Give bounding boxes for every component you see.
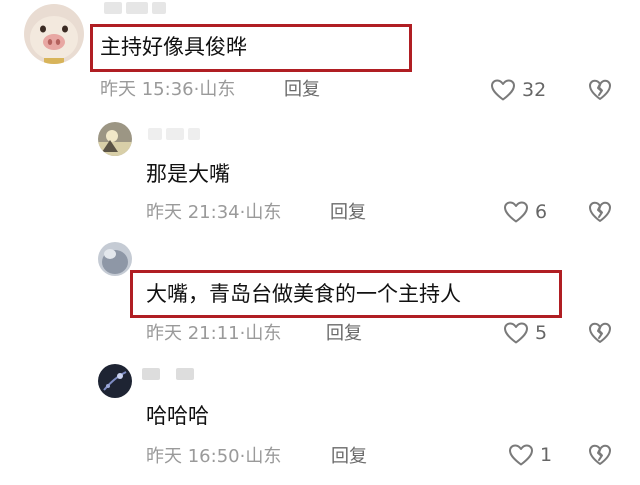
dislike-button[interactable]: [588, 321, 612, 345]
like-button[interactable]: 6: [503, 199, 547, 225]
comment-meta: 昨天 21:34·山东: [146, 201, 281, 225]
broken-heart-icon: [588, 443, 612, 467]
comment-time: 昨天 21:34: [146, 202, 240, 223]
comment-time: 昨天 21:11: [146, 323, 240, 344]
like-button[interactable]: 32: [490, 77, 546, 103]
comment-meta: 昨天 16:50·山东: [146, 445, 281, 469]
reply-button[interactable]: 回复: [284, 78, 320, 102]
username-redacted[interactable]: [104, 2, 166, 16]
heart-outline-icon: [490, 78, 516, 102]
comment-location: 山东: [245, 323, 282, 344]
reply-button[interactable]: 回复: [330, 201, 366, 225]
comment-location: 山东: [245, 446, 282, 467]
comment-meta: 昨天 15:36·山东: [100, 78, 235, 102]
comment-text: 哈哈哈: [146, 404, 209, 428]
comment-text: 大嘴，青岛台做美食的一个主持人: [146, 282, 461, 306]
heart-outline-icon: [503, 321, 529, 345]
username-redacted[interactable]: [142, 368, 194, 382]
comment-time: 昨天 16:50: [146, 446, 240, 467]
like-count: 1: [540, 444, 553, 466]
dislike-button[interactable]: [588, 443, 612, 467]
comment-text: 那是大嘴: [146, 162, 230, 186]
broken-heart-icon: [588, 78, 612, 102]
like-count: 32: [522, 79, 547, 101]
like-count: 6: [535, 201, 548, 223]
reply-button[interactable]: 回复: [331, 445, 367, 469]
username-redacted[interactable]: [148, 128, 200, 142]
avatar[interactable]: [98, 364, 132, 398]
comment-thread: 主持好像具俊晔 昨天 15:36·山东 回复 32 那是大嘴 昨天 21:34·…: [0, 0, 640, 485]
dislike-button[interactable]: [588, 200, 612, 224]
dislike-button[interactable]: [588, 78, 612, 102]
heart-outline-icon: [508, 443, 534, 467]
avatar[interactable]: [98, 122, 132, 156]
comment-time: 昨天 15:36: [100, 79, 194, 100]
like-count: 5: [535, 322, 548, 344]
like-button[interactable]: 1: [508, 442, 552, 468]
comment-location: 山东: [199, 79, 236, 100]
comment-meta: 昨天 21:11·山东: [146, 322, 281, 346]
avatar[interactable]: [24, 4, 84, 64]
reply-button[interactable]: 回复: [326, 322, 362, 346]
like-button[interactable]: 5: [503, 320, 547, 346]
heart-outline-icon: [503, 200, 529, 224]
comment-text: 主持好像具俊晔: [100, 35, 247, 59]
avatar[interactable]: [98, 242, 132, 276]
broken-heart-icon: [588, 321, 612, 345]
comment-location: 山东: [245, 202, 282, 223]
broken-heart-icon: [588, 200, 612, 224]
